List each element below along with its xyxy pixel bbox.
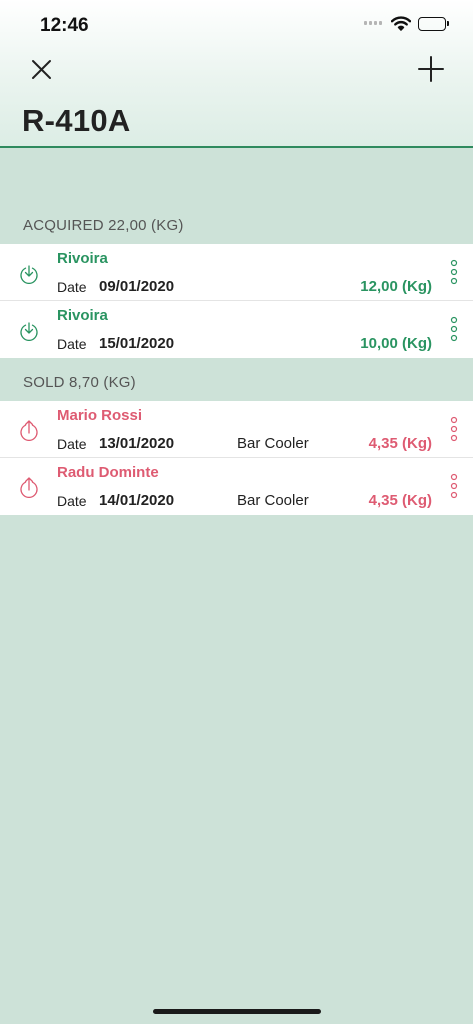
date-value: 09/01/2020 (99, 278, 175, 295)
status-time: 12:46 (40, 15, 89, 36)
arrow-up-circle-icon (20, 477, 38, 498)
quantity-value: 10,00 (Kg) (360, 335, 432, 352)
plus-icon (418, 56, 444, 82)
status-bar: 12:46 (0, 0, 473, 50)
vertical-ellipsis-icon[interactable] (447, 473, 461, 501)
date-value: 13/01/2020 (99, 435, 175, 452)
battery-icon (418, 17, 449, 31)
page-title: R-410A (22, 103, 131, 138)
sold-list-item[interactable]: Mario Rossi Date 13/01/2020 Bar Cooler 4… (0, 401, 473, 458)
customer-name: Radu Dominte (57, 464, 159, 481)
supplier-name: Rivoira (57, 250, 108, 267)
location-value: Bar Cooler (237, 435, 309, 452)
date-label: Date (57, 493, 87, 509)
arrow-up-circle-icon (20, 420, 38, 441)
date-label: Date (57, 336, 87, 352)
acquired-list-item[interactable]: Rivoira Date 09/01/2020 12,00 (Kg) (0, 244, 473, 301)
sold-section-header: SOLD 8,70 (KG) (23, 374, 136, 391)
close-button[interactable] (28, 56, 56, 84)
vertical-ellipsis-icon[interactable] (447, 416, 461, 444)
date-label: Date (57, 279, 87, 295)
supplier-name: Rivoira (57, 307, 108, 324)
vertical-ellipsis-icon[interactable] (447, 316, 461, 344)
vertical-ellipsis-icon[interactable] (447, 259, 461, 287)
location-value: Bar Cooler (237, 492, 309, 509)
acquired-list-item[interactable]: Rivoira Date 15/01/2020 10,00 (Kg) (0, 301, 473, 358)
quantity-value: 12,00 (Kg) (360, 278, 432, 295)
arrow-down-circle-icon (20, 265, 38, 284)
home-indicator[interactable] (153, 1009, 321, 1014)
date-label: Date (57, 436, 87, 452)
arrow-down-circle-icon (20, 322, 38, 341)
wifi-icon (390, 16, 412, 36)
acquired-section-header: ACQUIRED 22,00 (KG) (23, 217, 184, 234)
navigation-header: 12:46 R-410A (0, 0, 473, 148)
quantity-value: 4,35 (Kg) (368, 435, 432, 452)
quantity-value: 4,35 (Kg) (368, 492, 432, 509)
add-button[interactable] (417, 55, 445, 83)
sold-list-item[interactable]: Radu Dominte Date 14/01/2020 Bar Cooler … (0, 458, 473, 515)
close-icon (32, 60, 51, 79)
date-value: 15/01/2020 (99, 335, 175, 352)
date-value: 14/01/2020 (99, 492, 175, 509)
customer-name: Mario Rossi (57, 407, 143, 424)
